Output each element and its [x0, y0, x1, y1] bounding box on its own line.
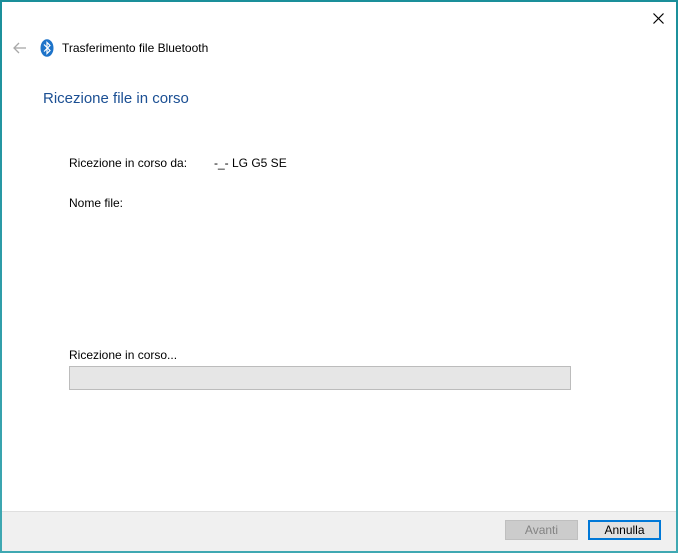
- window-title: Trasferimento file Bluetooth: [62, 41, 209, 55]
- progress-bar: [69, 366, 571, 390]
- page-heading: Ricezione file in corso: [43, 90, 189, 107]
- progress-label: Ricezione in corso...: [69, 348, 178, 362]
- back-button[interactable]: [10, 38, 30, 58]
- sender-value: -_- LG G5 SE: [214, 156, 287, 170]
- sender-label: Ricezione in corso da:: [69, 156, 188, 170]
- close-button[interactable]: [648, 8, 668, 28]
- dialog-footer: Avanti Annulla: [2, 511, 676, 551]
- bluetooth-icon: [40, 39, 54, 57]
- next-button[interactable]: Avanti: [505, 520, 578, 540]
- cancel-button[interactable]: Annulla: [588, 520, 661, 540]
- bluetooth-transfer-window: Trasferimento file Bluetooth Ricezione f…: [2, 2, 676, 551]
- close-icon: [652, 12, 664, 24]
- back-arrow-icon: [13, 42, 26, 54]
- file-name-label: Nome file:: [69, 196, 124, 210]
